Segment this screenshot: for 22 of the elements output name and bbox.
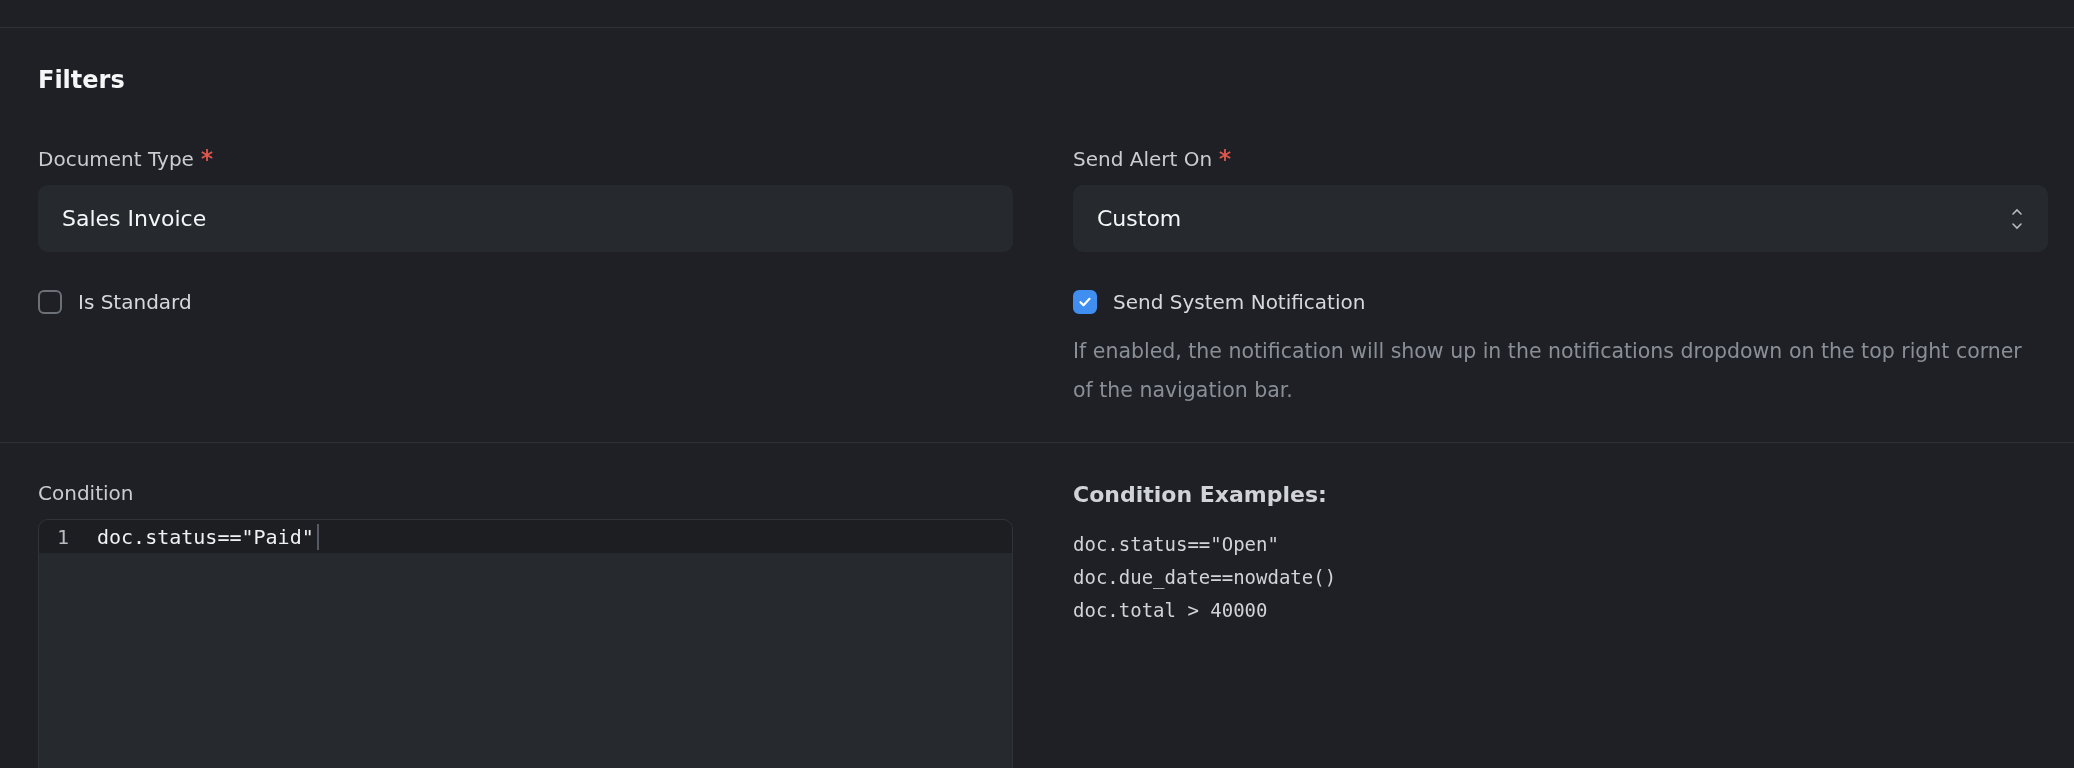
checkbox[interactable] [38,290,62,314]
examples-title: Condition Examples: [1073,480,1328,508]
code-editor[interactable]: 1 doc.status=="Paid" [38,519,1013,768]
code-example: doc.status=="Open" [1073,532,1280,557]
checkbox-label: Send System Notification [1113,290,1366,314]
required-asterisk-icon [200,149,213,161]
send-alert-on-select[interactable]: Custom [1073,185,2048,252]
checkbox[interactable] [1073,290,1097,314]
field-label: Document Type [38,147,194,171]
document-type-field[interactable]: Sales Invoice [38,185,1013,252]
required-asterisk-icon [1219,149,1232,161]
code-example: doc.total > 40000 [1073,598,1269,623]
text-cursor [316,523,319,550]
line-number: 1 [55,524,70,549]
help-text: If enabled, the notification will show up in the notifications dropdown on the top right corner of the navigation bar. [1073,338,2023,404]
checkmark-icon [1078,295,1092,309]
code-example: doc.due_date==nowdate() [1073,565,1338,591]
checkbox-label: Is Standard [78,290,192,314]
section-title: Filters [38,66,126,94]
field-label: Send Alert On [1073,147,1213,171]
code-line: doc.status=="Paid" [97,524,314,549]
field-label: Condition [38,481,134,505]
